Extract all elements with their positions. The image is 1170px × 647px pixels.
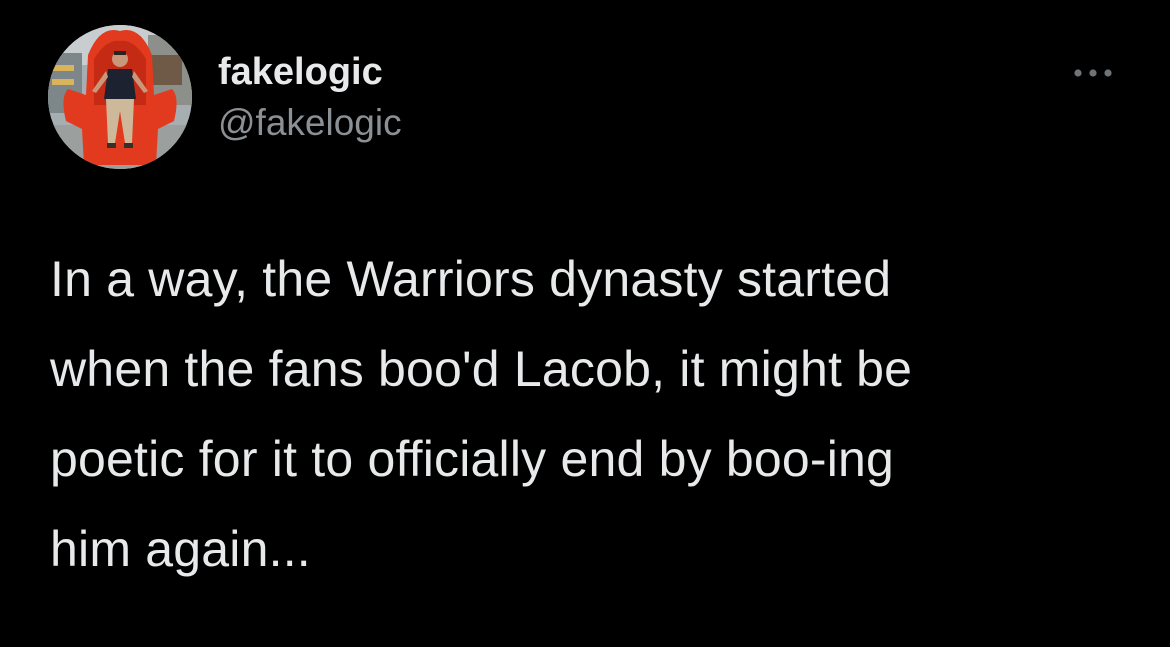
- avatar-photo: [48, 25, 192, 169]
- more-options-button[interactable]: [1068, 58, 1118, 88]
- user-handle[interactable]: @fakelogic: [218, 101, 402, 145]
- tweet-card: fakelogic @fakelogic In a way, the Warri…: [0, 0, 1170, 647]
- tweet-text: In a way, the Warriors dynasty started w…: [50, 251, 913, 577]
- avatar[interactable]: [48, 25, 192, 169]
- display-name[interactable]: fakelogic: [218, 50, 383, 94]
- more-horizontal-icon: [1074, 69, 1112, 77]
